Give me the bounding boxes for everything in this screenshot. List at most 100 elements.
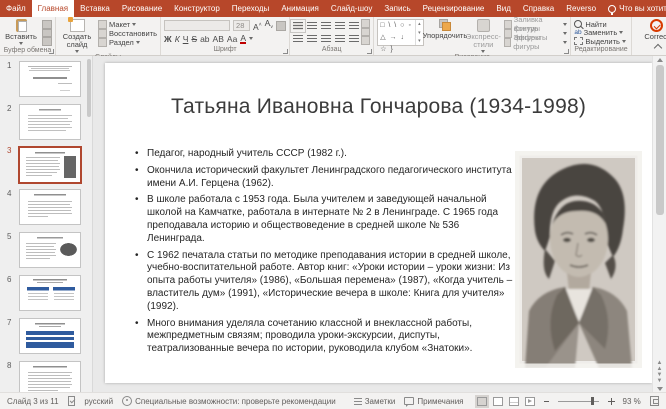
thumbnail-preview[interactable] — [19, 275, 81, 311]
slide-thumbnail-5[interactable]: 5 — [0, 232, 92, 267]
tab-draw[interactable]: Рисование — [116, 0, 168, 17]
thumbnail-preview[interactable] — [19, 61, 81, 97]
convert-to-smartart-icon[interactable] — [361, 36, 370, 45]
zoom-out-icon[interactable] — [544, 401, 549, 402]
scrollbar-thumb[interactable] — [656, 65, 664, 215]
notes-button[interactable]: Заметки — [354, 397, 396, 406]
shape-effects-button[interactable]: Эффекты фигуры — [504, 38, 567, 46]
fit-slide-to-window-icon[interactable] — [650, 396, 659, 406]
slide-thumbnail-3-selected[interactable]: 3 — [0, 146, 92, 181]
slide-editing-surface[interactable]: Татьяна Ивановна Гончарова (1934-1998) П… — [105, 63, 652, 383]
tab-review[interactable]: Рецензирование — [417, 0, 491, 17]
tab-insert[interactable]: Вставка — [74, 0, 116, 17]
grow-font-button[interactable]: А˄ — [253, 20, 262, 32]
copy-icon[interactable] — [42, 29, 52, 38]
line-spacing-button[interactable] — [349, 22, 359, 30]
italic-button[interactable]: К — [175, 34, 180, 44]
slide-thumbnail-2[interactable]: 2 — [0, 104, 92, 139]
arrange-button[interactable]: Упорядочить — [427, 19, 463, 40]
increase-indent-button[interactable] — [335, 22, 345, 30]
find-button[interactable]: Найти — [574, 20, 627, 28]
vertical-scrollbar[interactable]: ▲▲ ▼▼ — [652, 56, 666, 393]
correct-button[interactable]: Correct — [639, 19, 666, 41]
zoom-slider-thumb[interactable] — [591, 397, 595, 405]
slide-thumbnail-4[interactable]: 4 — [0, 189, 92, 224]
tab-file[interactable]: Файл — [0, 0, 32, 17]
thumbnail-preview[interactable] — [19, 361, 81, 393]
slide-title[interactable]: Татьяна Ивановна Гончарова (1934-1998) — [125, 95, 632, 119]
thumbnail-preview[interactable] — [19, 189, 81, 225]
next-slide-icon[interactable]: ▼▼ — [657, 372, 663, 384]
columns-button[interactable] — [349, 35, 359, 43]
section-button[interactable]: Раздел — [98, 38, 157, 46]
reading-view-button[interactable] — [509, 397, 519, 406]
change-case-button[interactable]: Аа — [227, 34, 238, 44]
tab-animations[interactable]: Анимация — [275, 0, 325, 17]
tab-home[interactable]: Главная — [32, 0, 74, 17]
new-slide-button[interactable]: Создать слайд — [59, 19, 95, 53]
font-name-select[interactable] — [164, 20, 230, 31]
character-spacing-button[interactable]: АВ — [213, 34, 224, 44]
bullets-button[interactable] — [293, 22, 303, 30]
clear-formatting-icon[interactable] — [276, 21, 286, 31]
comments-button[interactable]: Примечания — [404, 397, 463, 406]
tab-design[interactable]: Конструктор — [168, 0, 226, 17]
thumbnail-preview[interactable] — [19, 232, 81, 268]
thumbnail-panel-scrollbar[interactable] — [87, 59, 91, 117]
tab-transitions[interactable]: Переходы — [226, 0, 276, 17]
quick-styles-button[interactable]: Экспресс-стили — [466, 19, 501, 53]
bold-button[interactable]: Ж — [164, 34, 172, 44]
accessibility-status[interactable]: Специальные возможности: проверьте реком… — [122, 396, 336, 406]
numbering-button[interactable] — [307, 22, 317, 30]
slide-thumbnail-7[interactable]: 7 — [0, 318, 92, 353]
font-size-select[interactable]: 28 — [233, 20, 250, 31]
thumbnail-preview[interactable] — [19, 104, 81, 140]
slide-sorter-view-button[interactable] — [493, 397, 503, 406]
font-color-button[interactable]: А — [240, 34, 246, 44]
align-center-button[interactable] — [307, 35, 317, 43]
tab-reverso[interactable]: Reverso — [560, 0, 602, 17]
align-left-button[interactable] — [293, 35, 303, 43]
thumbnail-preview[interactable] — [19, 318, 81, 354]
scroll-down-icon[interactable] — [657, 387, 663, 391]
justify-button[interactable] — [335, 35, 345, 43]
zoom-slider[interactable] — [558, 401, 600, 402]
dialog-launcher-icon[interactable] — [283, 49, 288, 54]
select-button[interactable]: Выделить — [574, 37, 627, 45]
slide-thumbnail-1[interactable]: 1 — [0, 61, 92, 96]
cut-icon[interactable] — [42, 20, 52, 29]
dialog-launcher-icon[interactable] — [564, 49, 569, 54]
scroll-up-icon[interactable] — [657, 58, 663, 62]
slideshow-button[interactable] — [525, 397, 535, 406]
underline-button[interactable]: Ч — [183, 34, 189, 44]
strikethrough-button[interactable]: S — [191, 34, 197, 44]
decrease-indent-button[interactable] — [321, 22, 331, 30]
tab-record[interactable]: Запись — [378, 0, 416, 17]
text-shadow-button[interactable]: ab — [200, 34, 209, 44]
dialog-launcher-icon[interactable] — [49, 49, 54, 54]
align-text-icon[interactable] — [361, 28, 370, 37]
tell-me-box[interactable]: Что вы хотите сделать? — [602, 0, 666, 17]
paste-button[interactable]: Вставить — [3, 19, 39, 45]
slide-thumbnail-6[interactable]: 6 — [0, 275, 92, 310]
zoom-in-icon[interactable] — [608, 398, 613, 405]
layout-button[interactable]: Макет — [98, 20, 157, 28]
slide-thumbnail-8[interactable]: 8 — [0, 361, 92, 393]
zoom-level[interactable]: 93 % — [623, 397, 641, 406]
shrink-font-button[interactable]: А˅ — [265, 18, 274, 33]
thumbnail-preview[interactable] — [18, 146, 82, 184]
reset-button[interactable]: Восстановить — [98, 29, 157, 37]
normal-view-button[interactable] — [477, 397, 487, 406]
replace-button[interactable]: abЗаменить — [574, 29, 627, 37]
language-status[interactable]: русский — [84, 397, 113, 406]
text-direction-icon[interactable] — [361, 19, 370, 28]
tab-slideshow[interactable]: Слайд-шоу — [325, 0, 378, 17]
spell-check-icon[interactable] — [68, 396, 76, 406]
align-right-button[interactable] — [321, 35, 331, 43]
slide-body-text[interactable]: Педагог, народный учитель СССР (1982 г.)… — [135, 148, 515, 360]
portrait-photo-goncharova[interactable] — [515, 151, 642, 368]
dialog-launcher-icon[interactable] — [367, 49, 372, 54]
shapes-gallery[interactable]: □ \ \ ○ ◦△ → ↓ ☆ } ▴▾▾ — [377, 19, 424, 46]
format-painter-icon[interactable] — [42, 37, 52, 46]
previous-slide-icon[interactable]: ▲▲ — [657, 360, 663, 372]
